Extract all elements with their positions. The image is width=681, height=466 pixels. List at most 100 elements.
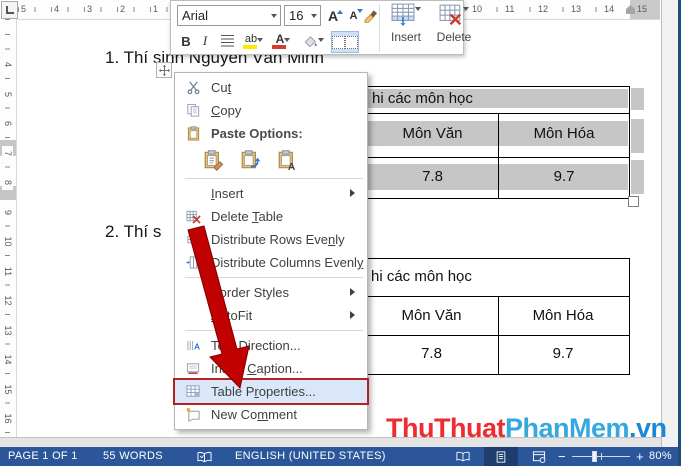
menu-item-cut[interactable]: Cut [175,76,367,99]
table-row[interactable]: hi các môn học [365,87,629,114]
table-row[interactable]: 7.8 9.7 [365,336,629,373]
paste-keep-formatting-button[interactable] [199,146,229,174]
table-column-border [498,297,499,374]
menu-item-border-styles[interactable]: Border Styles [175,281,367,304]
menu-item-delete-table[interactable]: Delete Table [175,205,367,228]
ruler-number: 3 [85,4,94,15]
tab-selector[interactable] [1,1,18,19]
proofing-status-button[interactable] [193,447,215,466]
print-layout-button[interactable] [484,447,518,466]
word-window: 54321101112131415 45678910111213141516 1… [0,0,681,466]
zoom-percentage[interactable]: 80% [649,447,672,466]
insert-table-button[interactable]: Insert [383,3,429,53]
caret-up-icon [337,7,343,14]
grow-font-button[interactable]: A [323,5,343,26]
menu-item-insert[interactable]: Insert [175,182,367,205]
chevron-down-icon[interactable] [415,7,421,14]
chevron-down-icon[interactable] [345,36,358,49]
menu-item-table-properties[interactable]: Table Properties... [175,380,367,403]
menu-item-label: Insert Caption... [211,361,303,376]
table-cell[interactable]: Môn Hóa [498,297,628,334]
menu-item-distribute-columns[interactable]: Distribute Columns Evenly [175,251,367,274]
table-row[interactable]: 7.8 9.7 [365,158,629,198]
zoom-in-button[interactable]: + [636,447,644,466]
web-layout-button[interactable] [522,447,556,466]
paste-icon [183,126,203,141]
chevron-down-icon[interactable] [257,38,263,45]
font-color-icon: A [276,32,285,46]
proofing-book-icon [197,451,212,463]
ruler-number: 12 [536,4,550,15]
chevron-down-icon[interactable] [311,14,317,21]
table-row[interactable]: Môn Văn Môn Hóa [365,114,629,158]
word-count[interactable]: 55 WORDS [103,447,163,466]
table-cell[interactable]: 9.7 [498,336,628,372]
menu-item-label: AutoFit [211,308,252,323]
borders-icon [332,36,345,49]
paste-text-only-button[interactable]: A [273,146,303,174]
menu-item-distribute-rows[interactable]: Distribute Rows Evenly [175,228,367,251]
ruler-number: 5 [2,87,13,102]
delete-table-icon [183,209,203,224]
italic-button[interactable]: I [197,31,213,51]
submenu-arrow-icon [350,311,359,319]
menu-item-new-comment[interactable]: New Comment [175,403,367,426]
font-color-button[interactable]: A [270,31,296,51]
menu-item-insert-caption[interactable]: Insert Caption... [175,357,367,380]
highlighter-icon: ab [245,33,257,45]
menu-item-label: Delete Table [211,209,283,224]
table-cell[interactable]: Môn Hóa [499,121,629,146]
table-header-cell[interactable]: hi các môn học [366,90,473,107]
svg-text:A: A [288,162,295,171]
page-indicator[interactable]: PAGE 1 OF 1 [8,447,78,466]
status-bar: PAGE 1 OF 1 55 WORDS ENGLISH (UNITED STA… [0,447,681,466]
borders-button[interactable] [331,31,359,53]
ruler-number: 4 [52,4,61,15]
vertical-scrollbar[interactable] [661,0,679,447]
chevron-down-icon[interactable] [284,38,290,45]
ruler-number: 14 [2,352,13,367]
document-text-line[interactable]: 2. Thí s [105,222,161,242]
table-cell[interactable]: 9.7 [499,164,629,190]
table-move-handle[interactable] [156,62,172,78]
table-cell[interactable]: 7.8 [366,164,499,190]
format-painter-button[interactable] [363,5,380,26]
chevron-down-icon[interactable] [318,38,324,45]
table-cell[interactable]: Môn Văn [366,121,499,146]
menu-item-label: Table Properties... [211,384,316,399]
paste-merge-formatting-button[interactable] [236,146,266,174]
language-indicator[interactable]: ENGLISH (UNITED STATES) [235,447,386,466]
watermark-part2: PhanMem [505,413,629,443]
chevron-down-icon[interactable] [463,7,469,14]
text-direction-icon: A [183,338,203,353]
font-size-combobox[interactable]: 16 [284,5,321,26]
ruler-number: 15 [635,4,649,15]
menu-item-text-direction[interactable]: A Text Direction... [175,334,367,357]
highlight-button[interactable]: ab [241,31,267,51]
table-cell[interactable]: Môn Văn [365,297,498,334]
insert-rows-icon [391,3,415,27]
shading-button[interactable] [300,31,327,51]
format-painter-icon [364,8,379,23]
menu-item-autofit[interactable]: AutoFit [175,304,367,327]
menu-item-label: Distribute Columns Evenly [211,255,363,270]
bold-button[interactable]: B [177,31,195,51]
ruler-number: 15 [2,382,13,397]
shrink-font-button[interactable]: A [344,5,363,26]
chevron-down-icon[interactable] [271,14,277,21]
menu-separator [185,330,363,331]
ruler-number: 14 [602,4,616,15]
read-mode-button[interactable] [446,447,480,466]
justify-button[interactable] [217,31,237,51]
zoom-out-button[interactable]: − [558,447,566,466]
table-row[interactable]: Môn Văn Môn Hóa [365,297,629,336]
table-resize-handle[interactable] [628,196,639,207]
table-header-cell[interactable]: hi các môn học [365,268,472,285]
delete-table-button[interactable]: Delete [431,3,477,53]
font-name-combobox[interactable]: Arial [177,5,281,26]
table-row[interactable]: hi các môn học [365,259,629,297]
table-properties-icon [183,384,203,399]
table-cell[interactable]: 7.8 [365,336,498,372]
zoom-slider-thumb[interactable] [592,451,597,462]
menu-item-copy[interactable]: Copy [175,99,367,122]
